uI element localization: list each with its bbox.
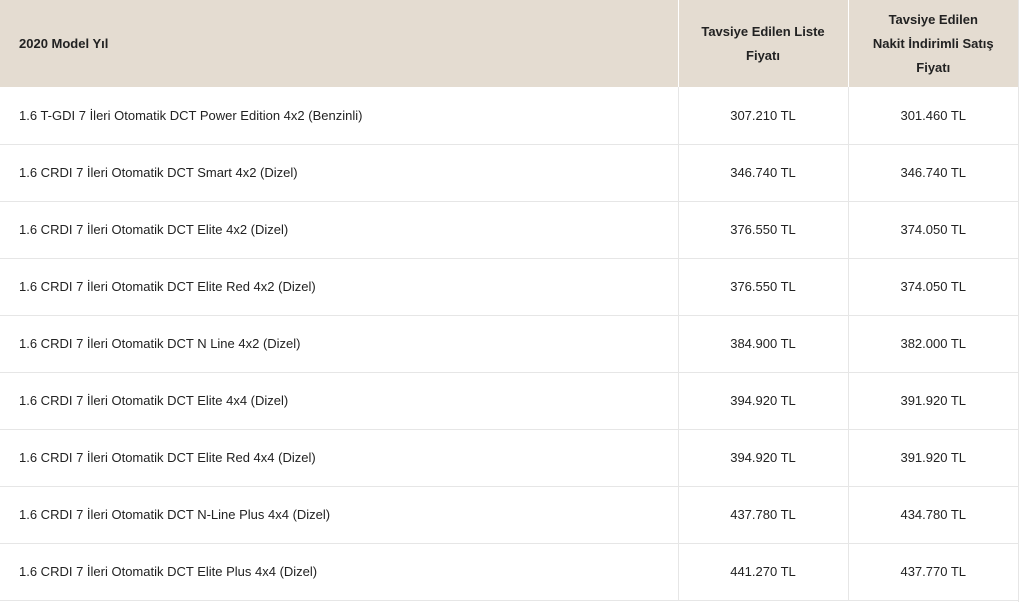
header-list-price-line2: Fiyatı	[746, 47, 780, 63]
list-price-cell: 394.920 TL	[677, 429, 848, 487]
header-model-year-label: 2020 Model Yıl	[19, 35, 109, 51]
model-cell: 1.6 CRDI 7 İleri Otomatik DCT Smart 4x2 …	[0, 144, 678, 202]
table-row: 1.6 CRDI 7 İleri Otomatik DCT Elite 4x2 …	[0, 201, 1018, 259]
cash-price-cell: 301.460 TL	[847, 87, 1018, 145]
list-price-cell: 384.900 TL	[677, 315, 848, 373]
table-row: 1.6 CRDI 7 İleri Otomatik DCT N-Line Plu…	[0, 486, 1018, 544]
model-cell: 1.6 CRDI 7 İleri Otomatik DCT Elite 4x4 …	[0, 372, 678, 430]
cash-price-cell: 391.920 TL	[847, 429, 1018, 487]
header-list-price-line1: Tavsiye Edilen Liste	[701, 23, 825, 39]
model-cell: 1.6 T-GDI 7 İleri Otomatik DCT Power Edi…	[0, 87, 678, 145]
list-price-cell: 376.550 TL	[677, 258, 848, 316]
header-cash-price-line2: Nakit İndirimli Satış	[872, 35, 994, 51]
list-price-cell: 307.210 TL	[677, 87, 848, 145]
cash-price-cell: 374.050 TL	[847, 201, 1018, 259]
header-model-year: 2020 Model Yıl	[0, 0, 678, 87]
cash-price-cell: 437.770 TL	[847, 543, 1018, 601]
table-header: 2020 Model Yıl Tavsiye Edilen Liste Fiya…	[0, 0, 1018, 87]
table-row: 1.6 CRDI 7 İleri Otomatik DCT Elite Red …	[0, 258, 1018, 316]
list-price-cell: 437.780 TL	[677, 486, 848, 544]
model-cell: 1.6 CRDI 7 İleri Otomatik DCT N Line 4x2…	[0, 315, 678, 373]
list-price-cell: 376.550 TL	[677, 201, 848, 259]
table-row: 1.6 CRDI 7 İleri Otomatik DCT Elite Plus…	[0, 543, 1018, 601]
table-row: 1.6 CRDI 7 İleri Otomatik DCT Smart 4x2 …	[0, 144, 1018, 202]
table-row: 1.6 CRDI 7 İleri Otomatik DCT N Line 4x2…	[0, 315, 1018, 373]
model-cell: 1.6 CRDI 7 İleri Otomatik DCT N-Line Plu…	[0, 486, 678, 544]
cash-price-cell: 391.920 TL	[847, 372, 1018, 430]
header-cash-price-line1: Tavsiye Edilen	[888, 11, 978, 27]
cash-price-cell: 346.740 TL	[847, 144, 1018, 202]
table-right-border	[1018, 0, 1019, 602]
cash-price-cell: 382.000 TL	[847, 315, 1018, 373]
model-cell: 1.6 CRDI 7 İleri Otomatik DCT Elite 4x2 …	[0, 201, 678, 259]
list-price-cell: 394.920 TL	[677, 372, 848, 430]
table-row: 1.6 CRDI 7 İleri Otomatik DCT Elite 4x4 …	[0, 372, 1018, 430]
table-row: 1.6 CRDI 7 İleri Otomatik DCT Elite Red …	[0, 429, 1018, 487]
list-price-cell: 441.270 TL	[677, 543, 848, 601]
model-cell: 1.6 CRDI 7 İleri Otomatik DCT Elite Red …	[0, 258, 678, 316]
cash-price-cell: 374.050 TL	[847, 258, 1018, 316]
header-cash-price: Tavsiye Edilen Nakit İndirimli Satış Fiy…	[847, 0, 1018, 87]
price-table: 2020 Model Yıl Tavsiye Edilen Liste Fiya…	[0, 0, 1018, 601]
model-cell: 1.6 CRDI 7 İleri Otomatik DCT Elite Plus…	[0, 543, 678, 601]
list-price-cell: 346.740 TL	[677, 144, 848, 202]
header-cash-price-line3: Fiyatı	[916, 59, 951, 75]
table-row: 1.6 T-GDI 7 İleri Otomatik DCT Power Edi…	[0, 87, 1018, 145]
header-list-price: Tavsiye Edilen Liste Fiyatı	[677, 0, 848, 87]
table-header-row: 2020 Model Yıl Tavsiye Edilen Liste Fiya…	[0, 0, 1018, 87]
cash-price-cell: 434.780 TL	[847, 486, 1018, 544]
model-cell: 1.6 CRDI 7 İleri Otomatik DCT Elite Red …	[0, 429, 678, 487]
table-body: 1.6 T-GDI 7 İleri Otomatik DCT Power Edi…	[0, 87, 1018, 601]
